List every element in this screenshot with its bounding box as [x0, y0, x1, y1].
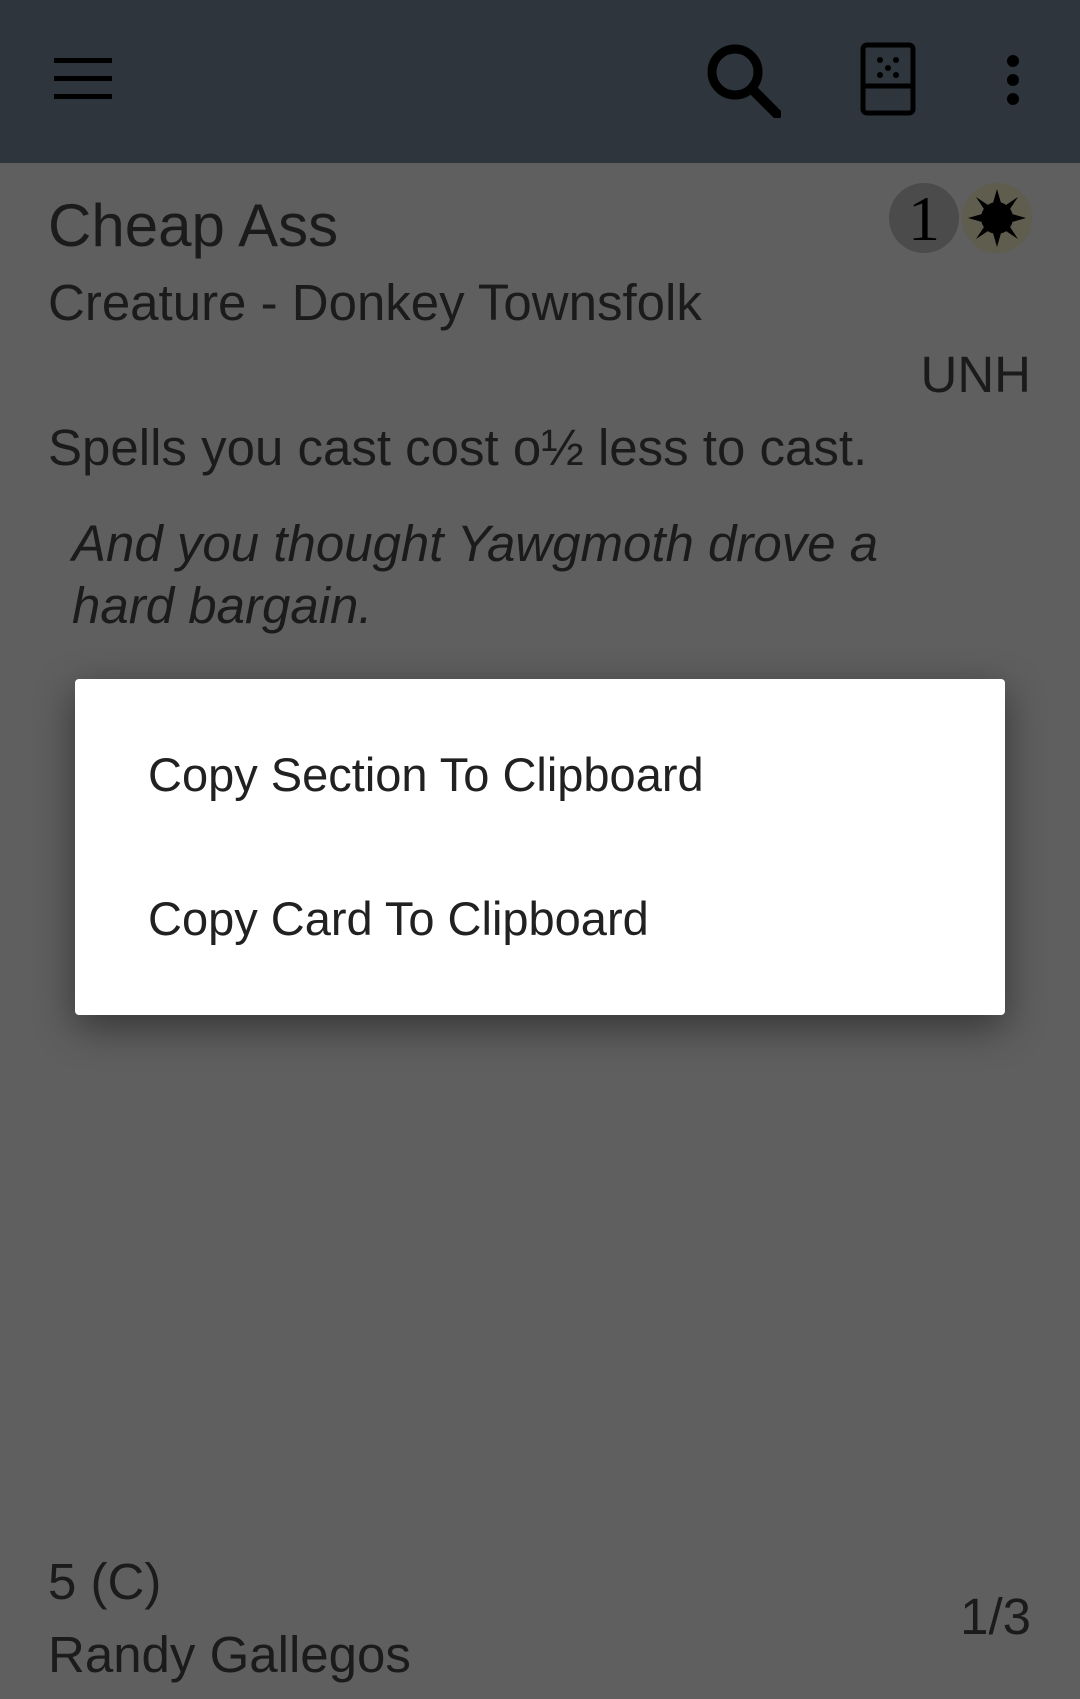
collector-number: 5 (C)	[48, 1553, 162, 1610]
generic-mana-symbol: 1	[889, 183, 959, 254]
copy-section-menu-item[interactable]: Copy Section To Clipboard	[75, 705, 1005, 845]
deck-icon[interactable]	[860, 42, 916, 121]
more-vert-icon[interactable]	[1003, 55, 1023, 110]
search-icon[interactable]	[705, 42, 782, 123]
card-type-line: Creature - Donkey Townsfolk	[48, 274, 702, 331]
artist-name: Randy Gallegos	[48, 1626, 411, 1683]
copy-card-menu-item[interactable]: Copy Card To Clipboard	[75, 849, 1005, 989]
flavor-text: And you thought Yawgmoth drove a hard ba…	[72, 515, 879, 634]
app-toolbar	[0, 0, 1080, 163]
white-mana-icon	[962, 183, 1032, 253]
menu-icon[interactable]	[54, 58, 114, 105]
power-toughness: 1/3	[960, 1588, 1031, 1645]
rules-text: Spells you cast cost o½ less to cast.	[48, 419, 868, 476]
set-code: UNH	[920, 346, 1032, 403]
card-name: Cheap Ass	[48, 192, 339, 259]
copy-options-dialog: Copy Section To Clipboard Copy Card To C…	[75, 679, 1005, 1015]
